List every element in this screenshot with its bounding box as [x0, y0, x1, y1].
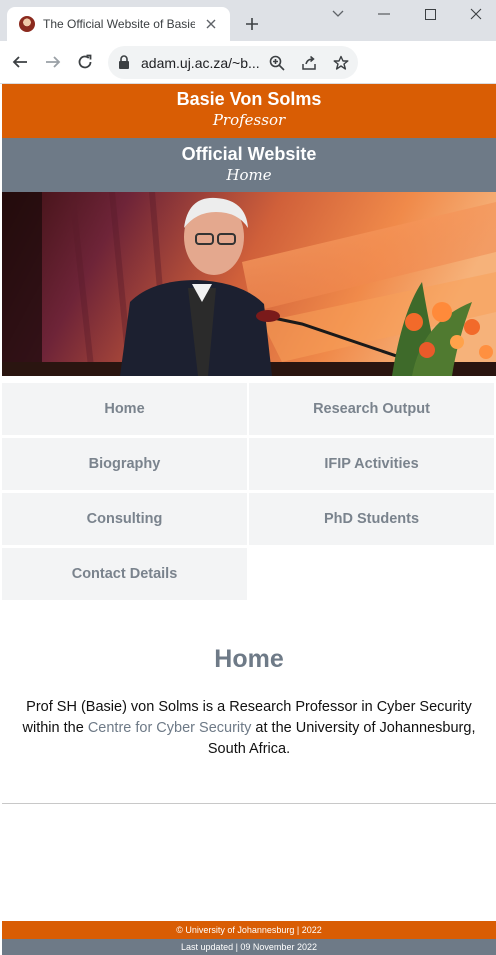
- back-arrow-icon[interactable]: [9, 51, 31, 73]
- hero-photo: [2, 192, 496, 376]
- minimize-icon[interactable]: [370, 4, 398, 24]
- nav-phd-students[interactable]: PhD Students: [249, 493, 494, 545]
- nav-consulting[interactable]: Consulting: [2, 493, 247, 545]
- tab-search-chevron-icon[interactable]: [324, 4, 352, 24]
- page-band: Official Website Home: [2, 138, 496, 192]
- lock-icon[interactable]: [118, 55, 132, 71]
- browser-toolbar: adam.uj.ac.za/~b...: [0, 41, 496, 84]
- new-tab-icon[interactable]: [242, 14, 262, 34]
- footer-copyright: © University of Johannesburg | 2022: [2, 921, 496, 939]
- footer-updated: Last updated | 09 November 2022: [2, 939, 496, 955]
- nav-biography[interactable]: Biography: [2, 438, 247, 490]
- centre-link[interactable]: Centre for Cyber Security: [88, 720, 252, 736]
- nav-contact-details[interactable]: Contact Details: [2, 548, 247, 600]
- intro-paragraph: Prof SH (Basie) von Solms is a Research …: [8, 697, 490, 760]
- tab-title: The Official Website of Basie: [43, 17, 195, 31]
- address-bar[interactable]: adam.uj.ac.za/~b...: [108, 46, 358, 79]
- content-divider: [2, 803, 496, 804]
- page-title: Home: [214, 645, 284, 673]
- site-name: Basie Von Solms: [176, 89, 322, 109]
- band-subtitle: Home: [226, 166, 272, 184]
- url-text[interactable]: adam.uj.ac.za/~b...: [141, 55, 269, 71]
- forward-arrow-icon[interactable]: [42, 51, 64, 73]
- reload-icon[interactable]: [74, 51, 96, 73]
- close-tab-icon[interactable]: [203, 16, 219, 32]
- site-header: Basie Von Solms Professor: [2, 84, 496, 138]
- site-subtitle: Professor: [212, 111, 286, 129]
- browser-tab[interactable]: The Official Website of Basie: [7, 7, 230, 41]
- band-title: Official Website: [181, 144, 317, 164]
- site-favicon-icon: [19, 16, 35, 32]
- bookmark-star-icon[interactable]: [332, 54, 350, 72]
- browser-tab-strip: The Official Website of Basie: [0, 0, 496, 41]
- share-icon[interactable]: [300, 54, 318, 72]
- close-window-icon[interactable]: [462, 4, 490, 24]
- nav-ifip-activities[interactable]: IFIP Activities: [249, 438, 494, 490]
- maximize-icon[interactable]: [416, 4, 444, 24]
- nav-research-output[interactable]: Research Output: [249, 383, 494, 435]
- nav-home[interactable]: Home: [2, 383, 247, 435]
- zoom-icon[interactable]: [268, 54, 286, 72]
